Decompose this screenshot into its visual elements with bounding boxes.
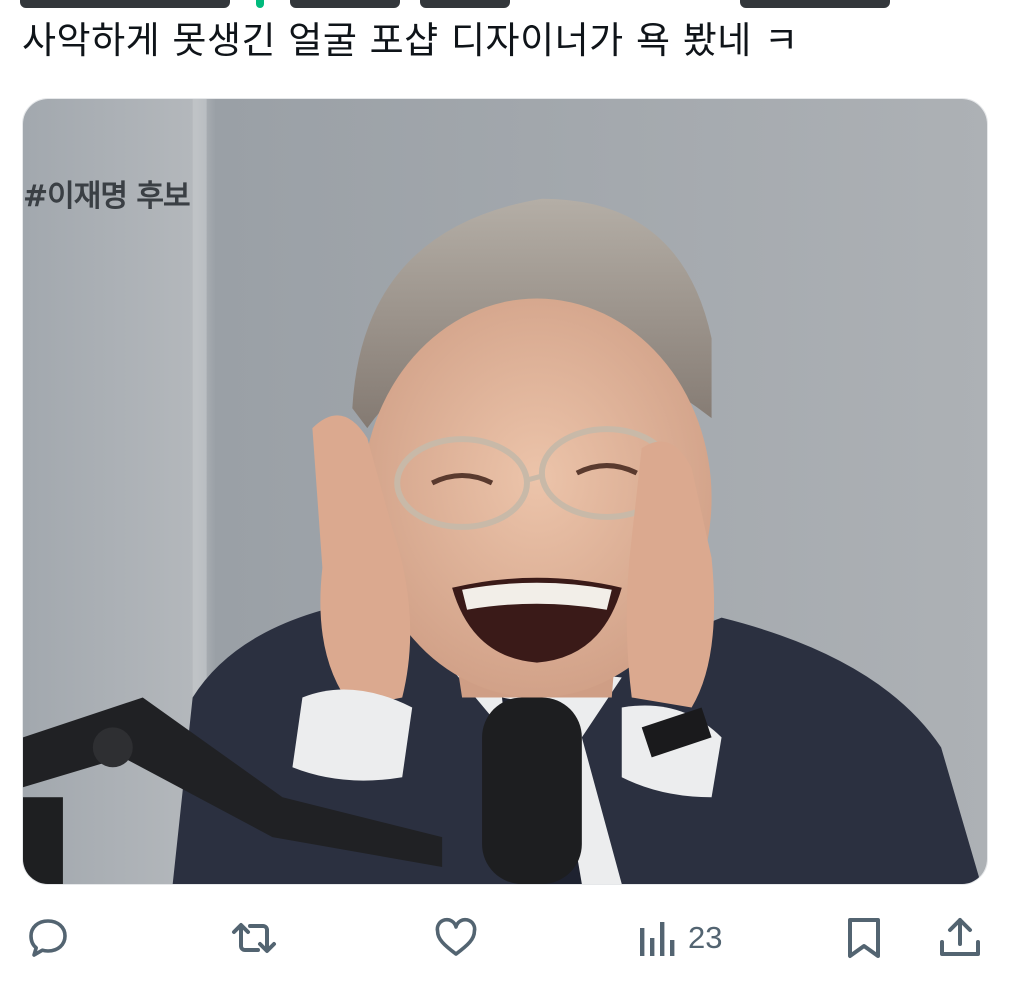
retweet-icon	[232, 923, 276, 953]
tweet-text: 사악하게 못생긴 얼굴 포샵 디자이너가 욕 봤네 ㅋ	[22, 19, 799, 62]
bookmark-button[interactable]	[842, 900, 886, 976]
retweet-button[interactable]	[226, 900, 282, 976]
views-button[interactable]: 23	[636, 900, 722, 976]
politician-photo	[23, 99, 987, 884]
reply-icon	[29, 919, 67, 957]
tweet-action-bar: 23	[0, 900, 1016, 976]
overlay-hashtag: #이재명 후보	[23, 179, 191, 214]
share-button[interactable]	[936, 900, 984, 976]
like-icon	[435, 917, 477, 956]
reply-button[interactable]	[24, 900, 72, 976]
clipped-previous-line	[20, 0, 980, 10]
bookmark-icon	[848, 918, 880, 958]
tweet-card: 사악하게 못생긴 얼굴 포샵 디자이너가 욕 봤네 ㅋ #이재명 후보 23	[0, 0, 1016, 994]
tweet-media-image[interactable]: #이재명 후보	[22, 98, 988, 885]
views-icon	[640, 922, 675, 956]
share-icon	[940, 918, 980, 956]
like-button[interactable]	[432, 900, 480, 976]
views-count: 23	[688, 920, 723, 955]
